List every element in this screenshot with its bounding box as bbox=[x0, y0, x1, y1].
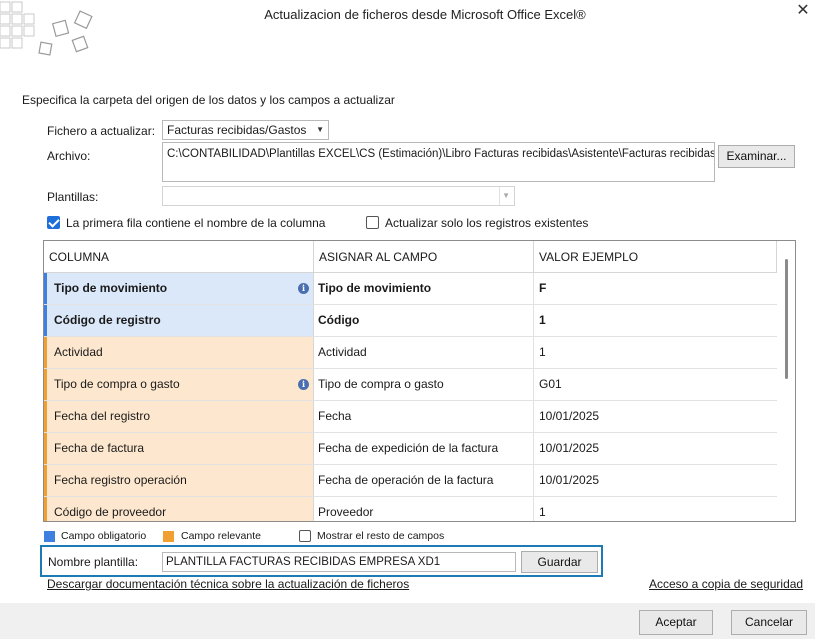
nombre-plantilla-label: Nombre plantilla: bbox=[48, 555, 139, 569]
plantillas-select[interactable]: ▼ bbox=[162, 186, 515, 206]
archivo-field[interactable]: C:\CONTABILIDAD\Plantillas EXCEL\CS (Est… bbox=[162, 142, 715, 182]
table-row[interactable]: Código de proveedor Proveedor 1 bbox=[44, 497, 777, 521]
table-row[interactable]: Fecha registro operación Fecha de operac… bbox=[44, 465, 777, 497]
campo-cell[interactable]: Proveedor bbox=[314, 497, 534, 521]
valor-cell: 10/01/2025 bbox=[539, 473, 600, 487]
plantillas-label: Plantillas: bbox=[47, 190, 99, 204]
guardar-button[interactable]: Guardar bbox=[521, 551, 598, 573]
archivo-label: Archivo: bbox=[47, 149, 91, 163]
columna-cell: Actividad bbox=[44, 337, 314, 368]
table-row[interactable]: Actividad Actividad 1 bbox=[44, 337, 777, 369]
actualizar-existentes-checkbox[interactable] bbox=[366, 216, 379, 229]
fichero-label: Fichero a actualizar: bbox=[47, 124, 156, 138]
plantilla-group: Nombre plantilla: PLANTILLA FACTURAS REC… bbox=[40, 545, 603, 577]
info-icon[interactable]: i bbox=[298, 379, 309, 390]
table-row[interactable]: Tipo de compra o gasto i Tipo de compra o… bbox=[44, 369, 777, 401]
valor-cell: F bbox=[539, 281, 547, 295]
campo-cell[interactable]: Fecha de operación de la factura bbox=[314, 465, 534, 496]
scrollbar-thumb[interactable] bbox=[785, 259, 788, 379]
fichero-select-value: Facturas recibidas/Gastos bbox=[167, 123, 307, 137]
campo-cell[interactable]: Actividad bbox=[314, 337, 534, 368]
campo-cell[interactable]: Fecha bbox=[314, 401, 534, 432]
legend-relevante-swatch bbox=[163, 531, 174, 542]
campo-cell[interactable]: Fecha de expedición de la factura bbox=[314, 433, 534, 464]
legend-obligatorio-swatch bbox=[44, 531, 55, 542]
dropdown-arrow-icon: ▼ bbox=[502, 191, 510, 200]
valor-cell: 1 bbox=[539, 505, 546, 519]
column-header-campo[interactable]: ASIGNAR AL CAMPO bbox=[314, 241, 534, 273]
campo-cell[interactable]: Tipo de movimiento bbox=[314, 273, 534, 304]
columna-cell: Fecha registro operación bbox=[44, 465, 314, 496]
primera-fila-label: La primera fila contiene el nombre de la… bbox=[66, 216, 326, 230]
campo-cell[interactable]: Código bbox=[314, 305, 534, 336]
column-header-columna[interactable]: COLUMNA bbox=[44, 241, 314, 273]
table-row[interactable]: Fecha del registro Fecha 10/01/2025 bbox=[44, 401, 777, 433]
valor-cell: 1 bbox=[539, 313, 546, 327]
nombre-plantilla-input[interactable]: PLANTILLA FACTURAS RECIBIDAS EMPRESA XD1 bbox=[162, 552, 516, 572]
close-icon[interactable]: ✕ bbox=[793, 2, 813, 20]
grid-scrollbar[interactable] bbox=[779, 241, 795, 521]
actualizar-existentes-label: Actualizar solo los registros existentes bbox=[385, 216, 589, 230]
valor-cell: 10/01/2025 bbox=[539, 441, 600, 455]
columna-cell: Tipo de movimiento i bbox=[44, 273, 314, 304]
fichero-select[interactable]: Facturas recibidas/Gastos ▼ bbox=[162, 120, 329, 140]
table-row[interactable]: Código de registro Código 1 bbox=[44, 305, 777, 337]
dropdown-arrow-icon: ▼ bbox=[316, 125, 324, 134]
primera-fila-checkbox[interactable] bbox=[47, 216, 60, 229]
columna-cell: Código de registro bbox=[44, 305, 314, 336]
mostrar-resto-checkbox[interactable] bbox=[299, 530, 311, 542]
instruction-text: Especifica la carpeta del origen de los … bbox=[22, 93, 395, 107]
grid-header: COLUMNA ASIGNAR AL CAMPO VALOR EJEMPLO bbox=[44, 241, 777, 273]
campo-cell[interactable]: Tipo de compra o gasto bbox=[314, 369, 534, 400]
mapping-grid[interactable]: COLUMNA ASIGNAR AL CAMPO VALOR EJEMPLO T… bbox=[43, 240, 796, 522]
window-title: Actualizacion de ficheros desde Microsof… bbox=[264, 7, 586, 22]
examinar-button[interactable]: Examinar... bbox=[718, 145, 795, 168]
column-header-valor[interactable]: VALOR EJEMPLO bbox=[534, 241, 777, 273]
documentacion-link[interactable]: Descargar documentación técnica sobre la… bbox=[47, 577, 409, 591]
legend-obligatorio-label: Campo obligatorio bbox=[61, 530, 147, 542]
columna-cell: Fecha de factura bbox=[44, 433, 314, 464]
table-row[interactable]: Tipo de movimiento i Tipo de movimiento F bbox=[44, 273, 777, 305]
columna-cell: Tipo de compra o gasto i bbox=[44, 369, 314, 400]
valor-cell: 1 bbox=[539, 345, 546, 359]
legend-relevante-label: Campo relevante bbox=[181, 530, 261, 542]
columna-cell: Fecha del registro bbox=[44, 401, 314, 432]
copia-seguridad-link[interactable]: Acceso a copia de seguridad bbox=[649, 577, 803, 591]
table-row[interactable]: Fecha de factura Fecha de expedición de … bbox=[44, 433, 777, 465]
aceptar-button[interactable]: Aceptar bbox=[639, 610, 713, 635]
columna-cell: Código de proveedor bbox=[44, 497, 314, 521]
valor-cell: 10/01/2025 bbox=[539, 409, 600, 423]
mostrar-resto-label: Mostrar el resto de campos bbox=[317, 530, 445, 542]
cancelar-button[interactable]: Cancelar bbox=[731, 610, 807, 635]
valor-cell: G01 bbox=[539, 377, 562, 391]
info-icon[interactable]: i bbox=[298, 283, 309, 294]
